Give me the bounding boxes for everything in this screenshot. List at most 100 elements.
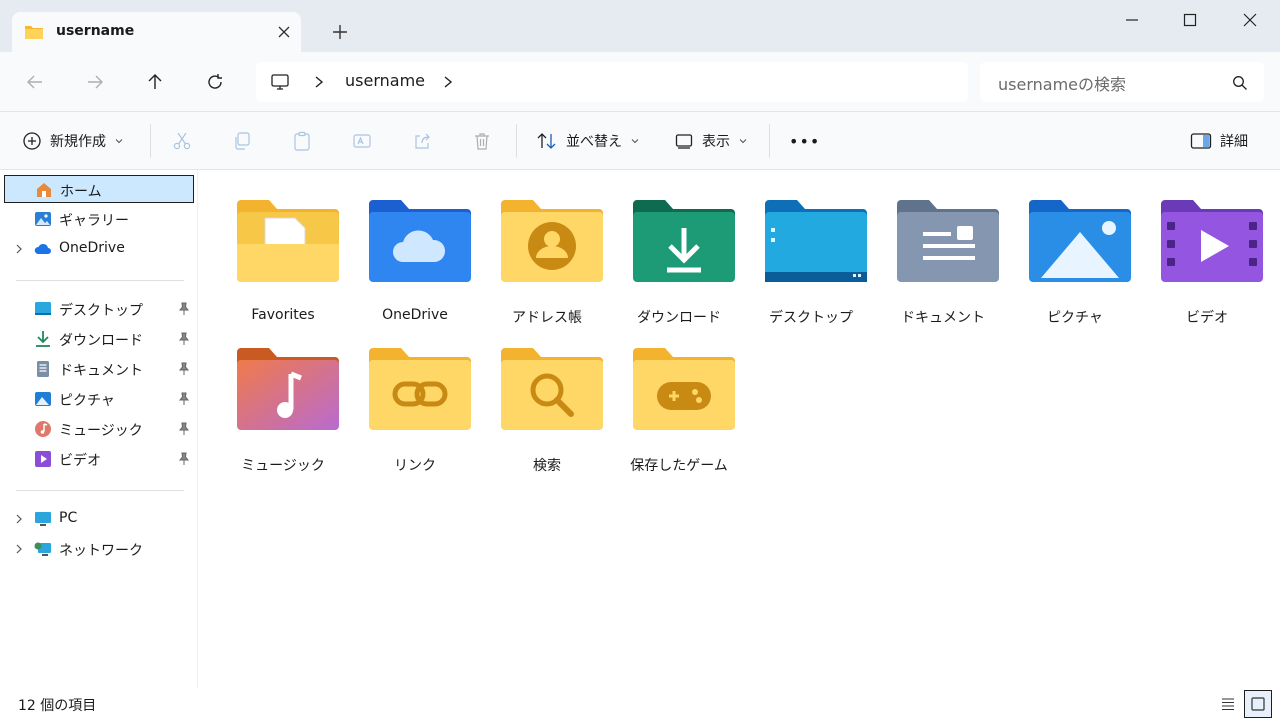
folder-label: Favorites — [251, 307, 315, 323]
folder-label: 検索 — [533, 458, 561, 474]
pin-icon[interactable] — [178, 452, 190, 466]
title-bar: username — [0, 0, 1280, 52]
folder-videos[interactable]: ビデオ — [1147, 174, 1267, 326]
new-button[interactable]: 新規作成 — [22, 112, 124, 170]
minimize-button[interactable] — [1102, 0, 1162, 40]
chevron-right-icon[interactable] — [14, 543, 24, 555]
forward-button[interactable] — [84, 71, 106, 93]
folder-label: ビデオ — [1186, 310, 1228, 326]
up-button[interactable] — [144, 71, 166, 93]
folder-onedrive[interactable]: OneDrive — [355, 174, 475, 323]
chevron-right-icon[interactable] — [441, 74, 455, 90]
folder-links[interactable]: リンク — [355, 322, 475, 474]
toolbar-separator — [769, 124, 770, 158]
pin-icon[interactable] — [178, 422, 190, 436]
view-button[interactable]: 表示 — [674, 112, 748, 170]
sidebar-item-pictures[interactable]: ピクチャ — [4, 385, 194, 413]
sidebar-item-downloads[interactable]: ダウンロード — [4, 325, 194, 353]
plus-circle-icon — [23, 132, 41, 150]
sidebar-item-label: ギャラリー — [59, 213, 129, 229]
folder-searches[interactable]: 検索 — [487, 322, 607, 474]
sidebar-item-documents[interactable]: ドキュメント — [4, 355, 194, 383]
folder-label: ドキュメント — [901, 310, 985, 326]
cut-button[interactable] — [172, 112, 192, 170]
search-box[interactable]: usernameの検索 — [980, 62, 1264, 102]
chevron-right-icon[interactable] — [14, 513, 24, 525]
details-view-button[interactable] — [1214, 690, 1242, 718]
folder-contacts[interactable]: アドレス帳 — [487, 174, 607, 326]
item-count: 12 個の項目 — [18, 698, 97, 714]
more-options-icon: ••• — [789, 131, 821, 151]
close-window-button[interactable] — [1220, 0, 1280, 40]
address-row: username usernameの検索 — [0, 52, 1280, 112]
new-tab-icon[interactable] — [330, 22, 350, 42]
tab-title: username — [56, 23, 135, 39]
close-tab-icon[interactable] — [274, 22, 294, 42]
chevron-right-icon[interactable] — [312, 74, 326, 90]
breadcrumb[interactable]: username — [345, 71, 425, 90]
refresh-icon — [208, 74, 222, 89]
refresh-button[interactable] — [204, 71, 226, 93]
pin-icon[interactable] — [178, 302, 190, 316]
share-button[interactable] — [412, 112, 432, 170]
pin-icon[interactable] — [178, 362, 190, 376]
network-icon — [34, 542, 51, 556]
rename-button[interactable] — [352, 112, 372, 170]
pictures-folder-icon — [1029, 200, 1131, 282]
folder-label: OneDrive — [382, 307, 448, 323]
sort-button[interactable]: 並べ替え — [536, 112, 640, 170]
tab-username[interactable]: username — [12, 12, 301, 52]
folder-label: ミュージック — [241, 458, 325, 474]
search-input[interactable]: usernameの検索 — [998, 71, 1126, 95]
folder-music[interactable]: ミュージック — [223, 322, 343, 474]
sidebar-item-onedrive[interactable]: OneDrive — [4, 235, 194, 263]
search-icon — [1233, 76, 1247, 90]
sidebar-divider — [16, 490, 184, 491]
toolbar-separator — [516, 124, 517, 158]
folder-favorites[interactable]: Favorites — [223, 174, 343, 323]
folder-label: ピクチャ — [1047, 310, 1103, 326]
folder-documents[interactable]: ドキュメント — [883, 174, 1003, 326]
more-options-button[interactable]: ••• — [789, 112, 820, 170]
pictures-icon — [35, 392, 51, 406]
tiles-view-button[interactable] — [1244, 690, 1272, 718]
sidebar-item-label: ホーム — [60, 184, 102, 200]
folder-pictures[interactable]: ピクチャ — [1015, 174, 1135, 326]
status-bar: 12 個の項目 — [0, 688, 1280, 720]
folder-saved-games[interactable]: 保存したゲーム — [619, 322, 739, 474]
sidebar-item-videos[interactable]: ビデオ — [4, 445, 194, 473]
maximize-button[interactable] — [1160, 0, 1220, 40]
copy-button[interactable] — [232, 112, 252, 170]
folder-label: リンク — [394, 458, 436, 474]
chevron-right-icon[interactable] — [14, 243, 24, 255]
trash-icon — [475, 133, 489, 150]
navigation-pane: ホーム ギャラリー OneDrive デスクトップ ダウンロード ドキュメント … — [0, 170, 198, 688]
back-button[interactable] — [24, 71, 46, 93]
arrow-up-icon — [148, 74, 162, 89]
delete-button[interactable] — [472, 112, 492, 170]
address-bar[interactable]: username — [256, 62, 968, 102]
gallery-icon — [35, 212, 51, 226]
pc-icon — [35, 512, 51, 526]
folder-desktop[interactable]: デスクトップ — [751, 174, 871, 326]
pc-icon — [271, 74, 289, 90]
sidebar-item-gallery[interactable]: ギャラリー — [4, 205, 194, 233]
downloads-folder-icon — [633, 200, 735, 282]
desktop-icon — [35, 302, 51, 315]
sidebar-item-pc[interactable]: PC — [4, 505, 194, 533]
sidebar-item-home[interactable]: ホーム — [4, 175, 194, 203]
folder-downloads[interactable]: ダウンロード — [619, 174, 739, 326]
sidebar-item-network[interactable]: ネットワーク — [4, 535, 194, 563]
arrow-right-icon — [88, 75, 103, 89]
sidebar-item-desktop[interactable]: デスクトップ — [4, 295, 194, 323]
folder-label: デスクトップ — [769, 310, 853, 326]
sidebar-item-music[interactable]: ミュージック — [4, 415, 194, 443]
paste-button[interactable] — [292, 112, 312, 170]
music-folder-icon — [237, 348, 339, 430]
pin-icon[interactable] — [178, 392, 190, 406]
sidebar-item-label: ダウンロード — [59, 333, 143, 349]
details-pane-icon — [1190, 133, 1212, 149]
details-button[interactable]: 詳細 — [1190, 112, 1248, 170]
sidebar-divider — [16, 280, 184, 281]
pin-icon[interactable] — [178, 332, 190, 346]
